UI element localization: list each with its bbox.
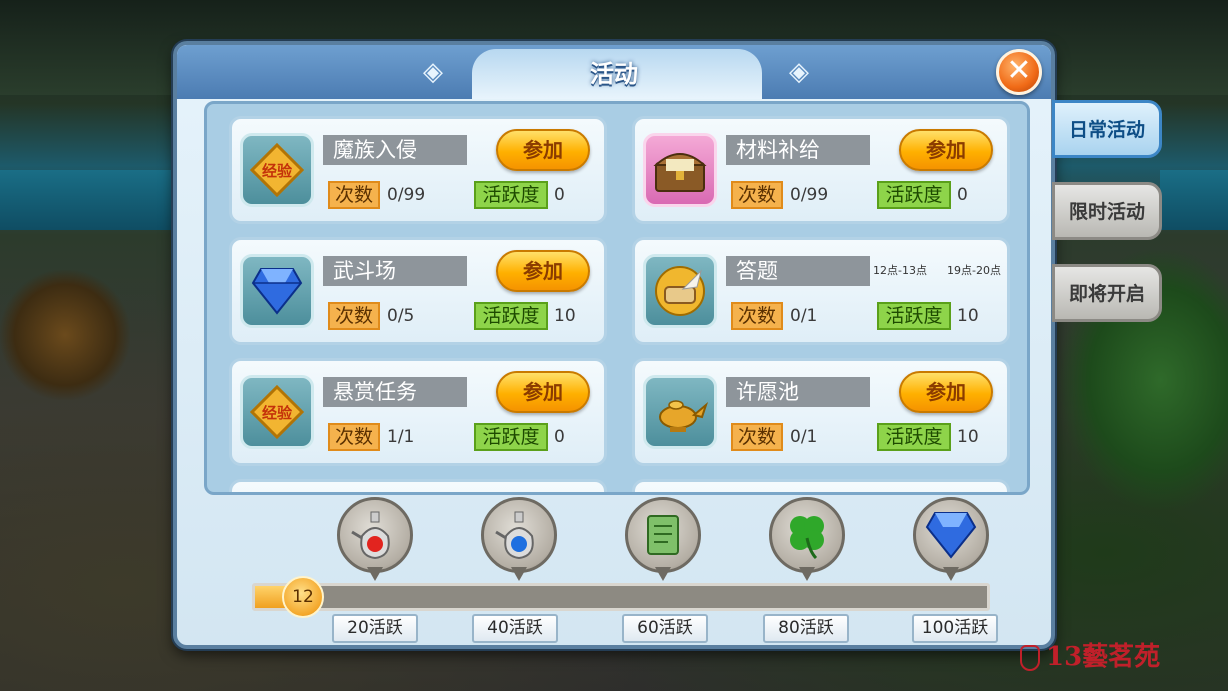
panel-title: 活动 xyxy=(590,60,638,88)
activity-tag: 活跃度 xyxy=(474,181,548,209)
reward-60[interactable] xyxy=(625,497,701,581)
activity-card-partial xyxy=(229,479,607,492)
activity-card: 许愿池 参加 次数 0/1 活跃度 10 xyxy=(632,358,1010,466)
reward-40[interactable] xyxy=(481,497,557,581)
activity-tag: 活跃度 xyxy=(877,423,951,451)
activity-value: 0 xyxy=(554,427,565,447)
watermark-logo-icon xyxy=(1020,645,1040,671)
four-leaf-clover-icon xyxy=(769,497,845,573)
background-water xyxy=(0,170,180,230)
activity-card: 武斗场 参加 次数 0/5 活跃度 10 xyxy=(229,237,607,345)
activity-progress-bar: 12 xyxy=(252,576,990,618)
activity-name: 悬赏任务 xyxy=(323,377,467,407)
tab-daily-activities[interactable]: 日常活动 xyxy=(1052,100,1162,158)
activity-value: 0 xyxy=(957,185,968,205)
blue-diamond-icon xyxy=(913,497,989,573)
activity-tag: 活跃度 xyxy=(474,423,548,451)
milestone-label: 40活跃 xyxy=(472,614,558,643)
activity-card: 答题 12点-13点 19点-20点 次数 0/1 活跃度 10 xyxy=(632,237,1010,345)
milestone-label: 60活跃 xyxy=(622,614,708,643)
activity-card-partial xyxy=(632,479,1010,492)
treasure-chest-icon xyxy=(643,133,717,207)
join-button[interactable]: 参加 xyxy=(496,129,590,171)
times-tag: 次数 xyxy=(328,423,380,451)
times-tag: 次数 xyxy=(731,302,783,330)
times-tag: 次数 xyxy=(731,423,783,451)
watermark: 13藝茗苑 xyxy=(1020,637,1220,677)
background-water-right xyxy=(1160,170,1228,230)
red-potion-icon xyxy=(337,497,413,573)
times-value: 1/1 xyxy=(387,427,415,447)
svg-text:经验: 经验 xyxy=(262,162,293,180)
tab-coming-soon[interactable]: 即将开启 xyxy=(1052,264,1162,322)
activity-panel: ◈ ◈ 活动 ✕ 经验 魔族入侵 参加 次数 0/99 活跃度 0 材料补给 参… xyxy=(173,41,1055,649)
join-button[interactable]: 参加 xyxy=(899,129,993,171)
milestone-label: 80活跃 xyxy=(763,614,849,643)
activity-value: 10 xyxy=(957,427,979,447)
milestone-label: 100活跃 xyxy=(912,614,998,643)
times-value: 0/99 xyxy=(790,185,829,205)
join-button[interactable]: 参加 xyxy=(496,250,590,292)
times-value: 0/1 xyxy=(790,427,818,447)
magic-lamp-icon xyxy=(643,375,717,449)
exp-badge-icon: 经验 xyxy=(250,143,304,197)
activity-card: 经验 悬赏任务 参加 次数 1/1 活跃度 0 xyxy=(229,358,607,466)
activity-tag: 活跃度 xyxy=(877,302,951,330)
times-tag: 次数 xyxy=(731,181,783,209)
exp-badge-icon: 经验 xyxy=(240,375,314,449)
times-value: 0/5 xyxy=(387,306,415,326)
activity-list[interactable]: 经验 魔族入侵 参加 次数 0/99 活跃度 0 材料补给 参加 次数 0/99… xyxy=(204,101,1030,495)
tab-limited-time[interactable]: 限时活动 xyxy=(1052,182,1162,240)
activity-value: 0 xyxy=(554,185,565,205)
reward-80[interactable] xyxy=(769,497,845,581)
join-button[interactable]: 参加 xyxy=(496,371,590,413)
activity-name: 魔族入侵 xyxy=(323,135,467,165)
reward-100[interactable] xyxy=(913,497,989,581)
progress-value-badge: 12 xyxy=(282,576,324,618)
exp-badge-icon: 经验 xyxy=(240,133,314,207)
times-tag: 次数 xyxy=(328,302,380,330)
activity-name: 材料补给 xyxy=(726,135,870,165)
time-slot-noon: 12点-13点 xyxy=(873,264,927,277)
activity-name: 许愿池 xyxy=(726,377,870,407)
blue-diamond-icon xyxy=(240,254,314,328)
blue-potion-icon xyxy=(481,497,557,573)
close-button[interactable]: ✕ xyxy=(996,49,1042,95)
background-bush xyxy=(0,270,130,400)
green-scroll-icon xyxy=(625,497,701,573)
svg-text:经验: 经验 xyxy=(262,404,293,422)
times-value: 0/1 xyxy=(790,306,818,326)
scroll-quill-icon xyxy=(643,254,717,328)
activity-name: 答题 xyxy=(726,256,870,286)
join-button[interactable]: 参加 xyxy=(899,371,993,413)
activity-card: 材料补给 参加 次数 0/99 活跃度 0 xyxy=(632,116,1010,224)
activity-name: 武斗场 xyxy=(323,256,467,286)
activity-tag: 活跃度 xyxy=(877,181,951,209)
times-tag: 次数 xyxy=(328,181,380,209)
time-slot-evening: 19点-20点 xyxy=(947,264,1001,277)
activity-value: 10 xyxy=(957,306,979,326)
times-value: 0/99 xyxy=(387,185,426,205)
activity-tag: 活跃度 xyxy=(474,302,548,330)
activity-card: 经验 魔族入侵 参加 次数 0/99 活跃度 0 xyxy=(229,116,607,224)
title-bar: ◈ ◈ 活动 ✕ xyxy=(177,45,1051,99)
milestone-label: 20活跃 xyxy=(332,614,418,643)
reward-20[interactable] xyxy=(337,497,413,581)
activity-value: 10 xyxy=(554,306,576,326)
